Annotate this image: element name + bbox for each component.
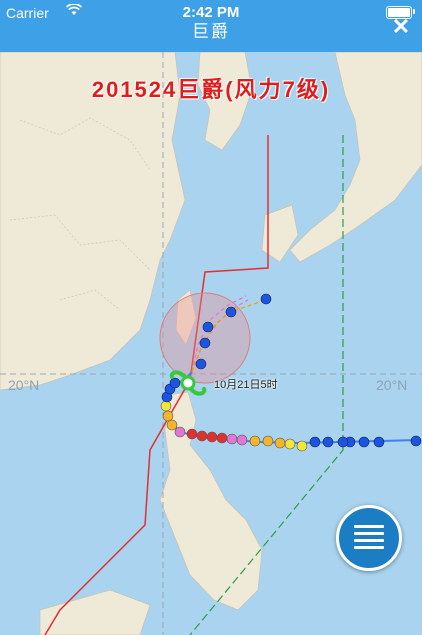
storm-heading: 201524巨爵(风力7级): [91, 77, 331, 102]
track-time-label: 10月21日5时: [214, 379, 278, 391]
navigation-bar: Carrier 2:42 PM 巨爵 ✕: [0, 0, 422, 52]
latitude-label-right: 20°N: [376, 377, 408, 393]
list-icon: [354, 525, 384, 553]
battery-tip-icon: [413, 9, 415, 14]
legend-button[interactable]: [336, 505, 402, 571]
latitude-label-left: 20°N: [8, 377, 40, 393]
close-icon[interactable]: ✕: [390, 16, 412, 38]
page-title: 巨爵: [192, 22, 230, 41]
